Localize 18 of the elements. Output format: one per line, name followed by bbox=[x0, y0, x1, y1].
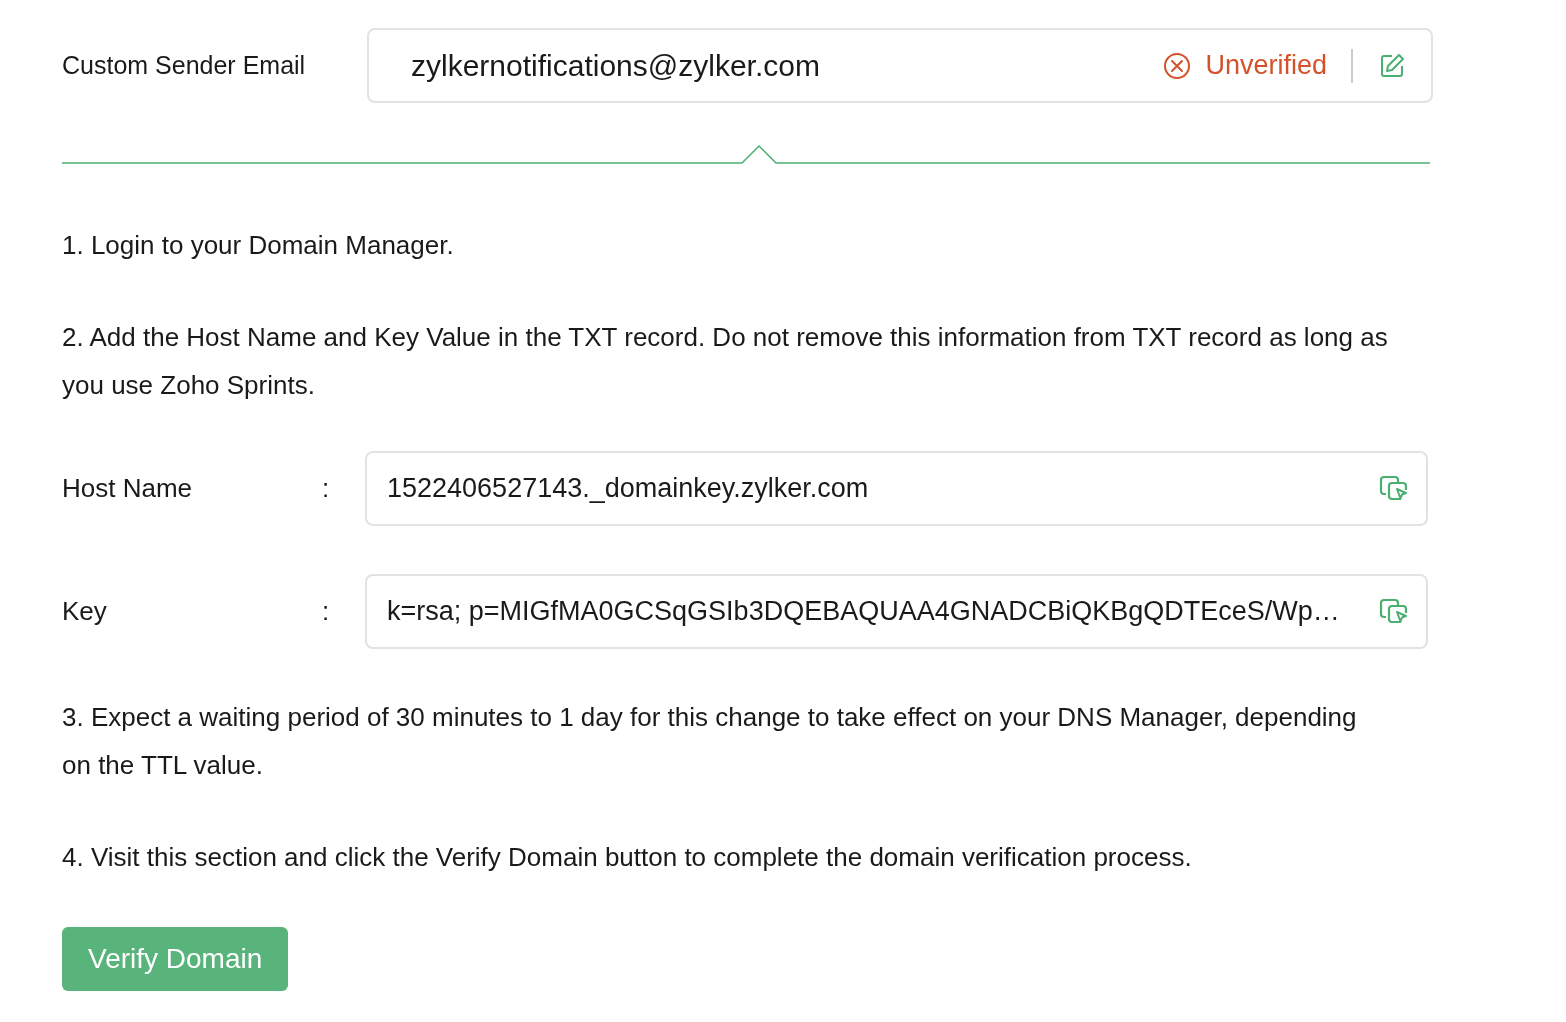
record-value: 1522406527143._domainkey.zylker.com bbox=[387, 473, 870, 504]
email-field[interactable]: zylkernotifications@zylker.com Unverified bbox=[367, 28, 1433, 103]
colon: : bbox=[322, 596, 331, 627]
instruction-text: 3. Expect a waiting period of 30 minutes to 1 day for this change to take effect on your DNS Manager, depending on the TTL value. bbox=[62, 701, 1358, 782]
record-field[interactable]: k=rsa; p=MIGfMA0GCSqGSIb3DQEBAQUAA4GNADCBiQKBgQDTEceS/Wp… bbox=[365, 574, 1428, 649]
instruction-text: 1. Login to your Domain Manager. bbox=[62, 229, 455, 262]
record-value: k=rsa; p=MIGfMA0GCSqGSIb3DQEBAQUAA4GNADCBiQKBgQDTEceS/Wp… bbox=[387, 596, 1341, 627]
instruction-text: 4. Visit this section and click the Verify Domain button to complete the domain verification process. bbox=[62, 841, 1193, 874]
email-value: zylkernotifications@zylker.com bbox=[411, 48, 821, 83]
colon: : bbox=[322, 473, 331, 504]
field-label: Host Name bbox=[62, 473, 194, 504]
record-field[interactable]: 1522406527143._domainkey.zylker.com bbox=[365, 451, 1428, 526]
field-label: Key bbox=[62, 596, 108, 627]
status-text: Unverified bbox=[1205, 50, 1327, 81]
instruction-text: 2. Add the Host Name and Key Value in the TXT record. Do not remove this information from TXT record as long as you use Zoho Sprints. bbox=[62, 321, 1389, 402]
field-label: Custom Sender Email bbox=[62, 51, 307, 80]
error-icon bbox=[1163, 51, 1192, 80]
edit-icon[interactable] bbox=[1379, 52, 1405, 79]
